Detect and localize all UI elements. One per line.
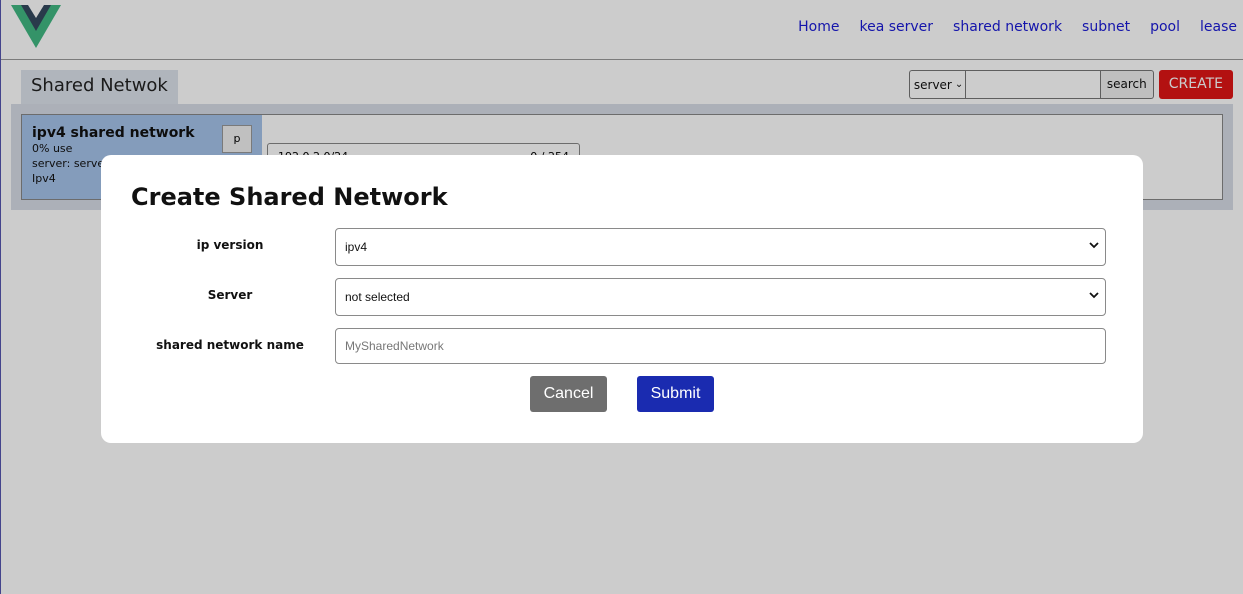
- name-row: shared network name MySharedNetwork: [101, 328, 1143, 366]
- ip-version-row: ip version ipv4: [101, 228, 1143, 266]
- shared-network-name-input[interactable]: MySharedNetwork: [335, 328, 1106, 364]
- server-label: Server: [207, 288, 253, 302]
- create-shared-network-dialog: Create Shared Network ip version ipv4 Se…: [101, 155, 1143, 443]
- ip-version-select[interactable]: ipv4: [335, 228, 1106, 266]
- chevron-down-icon: [1089, 242, 1099, 249]
- chevron-down-icon: [1089, 292, 1099, 299]
- server-value: not selected: [345, 290, 410, 304]
- server-row: Server not selected: [101, 278, 1143, 316]
- server-select[interactable]: not selected: [335, 278, 1106, 316]
- ip-version-label: ip version: [196, 238, 264, 252]
- ip-version-value: ipv4: [345, 240, 368, 254]
- cancel-button[interactable]: Cancel: [530, 376, 607, 412]
- submit-button[interactable]: Submit: [637, 376, 714, 412]
- shared-network-name-label: shared network name: [156, 338, 304, 352]
- dialog-title: Create Shared Network: [131, 183, 448, 211]
